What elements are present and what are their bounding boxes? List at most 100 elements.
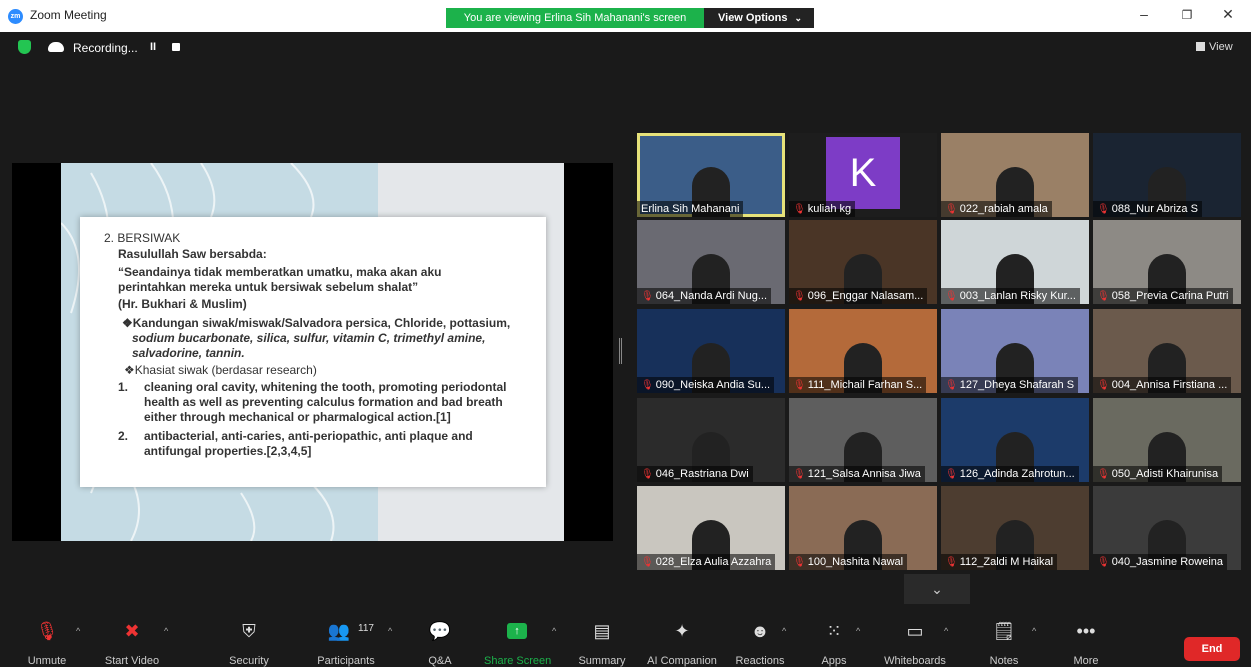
participant-tile[interactable]: 🎙 028_Elza Aulia Azzahra	[637, 486, 785, 570]
summary-label: Summary	[578, 655, 626, 667]
participant-tile[interactable]: 🎙 127_Dheya Shafarah S	[941, 309, 1089, 393]
slide-line: salvadorine, tannin.	[132, 346, 245, 360]
participant-tile[interactable]: 🎙 058_Previa Carina Putri	[1093, 220, 1241, 304]
whiteboards-button[interactable]: ▭ Whiteboards	[880, 612, 950, 667]
gallery-next-page-button[interactable]: ⌄	[904, 574, 970, 604]
slide-heading: 2. BERSIWAK	[104, 231, 181, 245]
apps-button[interactable]: ⁙ Apps	[812, 612, 856, 667]
participant-name: 090_Neiska Andia Su...	[655, 379, 771, 391]
participant-tile[interactable]: 🎙 004_Annisa Firstiana ...	[1093, 309, 1241, 393]
participant-tile[interactable]: 🎙 088_Nur Abriza S	[1093, 133, 1241, 217]
microphone-muted-icon: 🎙	[1097, 204, 1110, 215]
recording-label: Recording...	[73, 41, 138, 55]
window-title: Zoom Meeting	[30, 8, 107, 22]
summary-button[interactable]: ▤ Summary	[574, 612, 630, 667]
participant-tile[interactable]: 🎙 064_Nanda Ardi Nug...	[637, 220, 785, 304]
notes-button[interactable]: 🗒 Notes	[984, 612, 1024, 667]
participant-tile[interactable]: 🎙 046_Rastriana Dwi	[637, 398, 785, 482]
participants-options-caret[interactable]: ^	[388, 626, 392, 636]
split-resize-handle[interactable]	[619, 338, 622, 364]
security-button[interactable]: ⛨ Security	[222, 612, 276, 667]
notes-options-caret[interactable]: ^	[1032, 626, 1036, 636]
unmute-button[interactable]: 🎙 Unmute	[18, 612, 76, 667]
shield-icon[interactable]	[18, 40, 31, 54]
meeting-toolbar: 🎙 Unmute ^ ✖ Start Video ^ ⛨ Security 👥 117 P…	[0, 612, 1251, 667]
microphone-muted-icon: 🎙	[641, 557, 654, 568]
participant-tile[interactable]: 🎙 090_Neiska Andia Su...	[637, 309, 785, 393]
participant-name-tag: 🎙 028_Elza Aulia Azzahra	[637, 554, 776, 570]
slide-line: either through mechanical or pharmalogic…	[144, 410, 451, 424]
participant-name-tag: 🎙 004_Annisa Firstiana ...	[1093, 377, 1232, 393]
whiteboards-options-caret[interactable]: ^	[944, 626, 948, 636]
zoom-logo-icon: zm	[8, 9, 23, 24]
participant-tile[interactable]: K 🎙 kuliah kg	[789, 133, 937, 217]
microphone-muted-icon: 🎙	[945, 469, 958, 480]
more-dots-icon: •••	[1076, 621, 1096, 641]
microphone-muted-icon: 🎙	[641, 291, 654, 302]
end-meeting-button[interactable]: End	[1184, 637, 1240, 661]
microphone-muted-icon: 🎙	[1097, 469, 1110, 480]
minimize-icon[interactable]: –	[1134, 6, 1154, 22]
microphone-muted-icon: 🎙	[35, 621, 59, 641]
participant-name: 040_Jasmine Roweina	[1111, 556, 1223, 568]
participant-name: 121_Salsa Annisa Jiwa	[807, 468, 921, 480]
slide-content: 2. BERSIWAK Rasulullah Saw bersabda: “Se…	[80, 217, 546, 487]
chat-bubbles-icon: 💬	[428, 621, 452, 641]
participant-tile[interactable]: 🎙 111_Michail Farhan S...	[789, 309, 937, 393]
slide-line: perintahkan mereka untuk bersiwak sebelu…	[118, 280, 419, 294]
participant-tile[interactable]: 🎙 126_Adinda Zahrotun...	[941, 398, 1089, 482]
slide-line: sodium bucarbonate, silica, sulfur, vita…	[132, 331, 486, 345]
reactions-options-caret[interactable]: ^	[782, 626, 786, 636]
grid-icon	[1196, 42, 1205, 51]
slide-list-number: 1.	[118, 380, 129, 394]
participant-name-tag: 🎙 050_Adisti Khairunisa	[1093, 466, 1223, 482]
restore-icon[interactable]: ❐	[1177, 8, 1197, 22]
pause-recording-button[interactable]: II	[150, 41, 156, 53]
smiley-plus-icon: ☻	[750, 621, 770, 641]
video-options-caret[interactable]: ^	[164, 626, 168, 636]
participant-tile[interactable]: 🎙 121_Salsa Annisa Jiwa	[789, 398, 937, 482]
participant-tile[interactable]: 🎙 100_Nashita Nawal	[789, 486, 937, 570]
ai-companion-button[interactable]: ✦ AI Companion	[642, 612, 722, 667]
participant-name-tag: 🎙 121_Salsa Annisa Jiwa	[789, 466, 925, 482]
participant-tile[interactable]: 🎙 050_Adisti Khairunisa	[1093, 398, 1241, 482]
participant-name-tag: 🎙 126_Adinda Zahrotun...	[941, 466, 1079, 482]
participant-tile[interactable]: 🎙 040_Jasmine Roweina	[1093, 486, 1241, 570]
participant-name: 004_Annisa Firstiana ...	[1111, 379, 1228, 391]
audio-options-caret[interactable]: ^	[76, 626, 80, 636]
status-bar	[0, 32, 1251, 62]
participant-name: 064_Nanda Ardi Nug...	[655, 290, 768, 302]
slide-line: “Seandainya tidak memberatkan umatku, ma…	[118, 265, 442, 279]
microphone-muted-icon: 🎙	[945, 380, 958, 391]
qa-button[interactable]: 💬 Q&A	[418, 612, 462, 667]
view-button[interactable]: View	[1196, 41, 1233, 53]
participants-button[interactable]: 👥 117 Participants	[310, 612, 382, 667]
participants-label: Participants	[317, 655, 375, 667]
participant-name-tag: 🎙 096_Enggar Nalasam...	[789, 288, 928, 304]
reactions-button[interactable]: ☻ Reactions	[732, 612, 788, 667]
participant-tile[interactable]: 🎙 003_Lanlan Risky Kur...	[941, 220, 1089, 304]
more-button[interactable]: ••• More	[1066, 612, 1106, 667]
participant-name: 022_rabiah amala	[959, 203, 1048, 215]
chevron-down-icon: ⌄	[794, 13, 802, 23]
view-label: View	[1209, 41, 1233, 53]
view-options-button[interactable]: View Options ⌄	[704, 8, 814, 28]
participant-tile[interactable]: Erlina Sih Mahanani	[637, 133, 785, 217]
summary-icon: ▤	[593, 621, 611, 641]
participant-name-tag: 🎙 058_Previa Carina Putri	[1093, 288, 1233, 304]
start-video-button[interactable]: ✖ Start Video	[98, 612, 166, 667]
slide-list-number: 2.	[118, 429, 129, 443]
apps-label: Apps	[821, 655, 847, 667]
share-screen-button[interactable]: ↑ Share Screen	[484, 612, 551, 667]
apps-options-caret[interactable]: ^	[856, 626, 860, 636]
participant-tile[interactable]: 🎙 096_Enggar Nalasam...	[789, 220, 937, 304]
close-icon[interactable]: ✕	[1218, 6, 1238, 23]
participant-tile[interactable]: 🎙 022_rabiah amala	[941, 133, 1089, 217]
participant-name: 028_Elza Aulia Azzahra	[655, 556, 772, 568]
share-options-caret[interactable]: ^	[552, 626, 556, 636]
participant-tile[interactable]: 🎙 112_Zaldi M Haikal	[941, 486, 1089, 570]
start-video-label: Start Video	[104, 655, 160, 667]
microphone-muted-icon: 🎙	[1097, 291, 1110, 302]
participant-name: Erlina Sih Mahanani	[641, 203, 740, 215]
stop-recording-button[interactable]	[172, 43, 180, 51]
